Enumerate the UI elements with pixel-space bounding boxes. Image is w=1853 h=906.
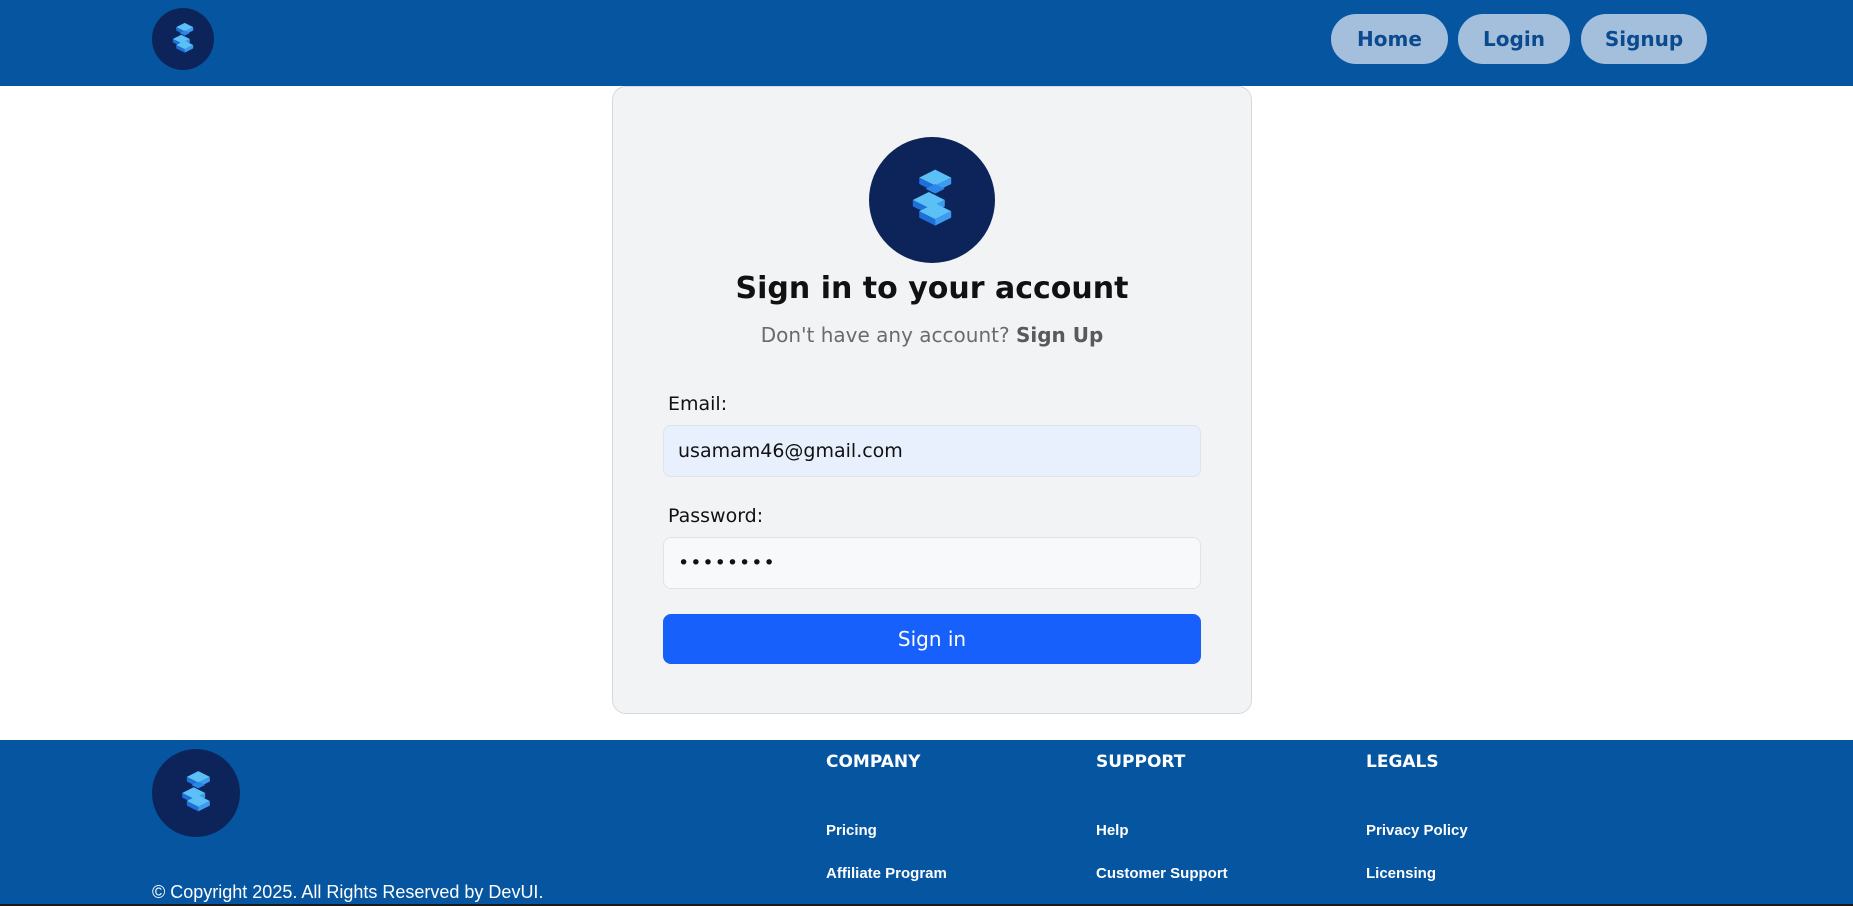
nav-login-button[interactable]: Login: [1458, 14, 1570, 64]
footer: COMPANY Pricing Affiliate Program SUPPOR…: [0, 740, 1853, 906]
cube-logo-icon: [182, 771, 210, 812]
footer-link-licensing[interactable]: Licensing: [1366, 865, 1436, 882]
nav-home-button[interactable]: Home: [1331, 14, 1448, 64]
email-field[interactable]: [663, 425, 1201, 477]
footer-column-support: SUPPORT Help Customer Support: [1096, 752, 1228, 882]
page-title: Sign in to your account: [735, 271, 1129, 306]
footer-link-help[interactable]: Help: [1096, 822, 1129, 839]
password-field[interactable]: [663, 537, 1201, 589]
footer-column-title: LEGALS: [1366, 752, 1439, 772]
footer-logo: [152, 749, 240, 837]
card-logo: [869, 137, 995, 263]
signup-prompt: Don't have any account? Sign Up: [613, 323, 1251, 347]
cube-logo-icon: [912, 169, 952, 226]
footer-link-pricing[interactable]: Pricing: [826, 822, 877, 839]
cube-logo-icon: [172, 22, 194, 53]
sign-in-button[interactable]: Sign in: [663, 614, 1201, 664]
email-label: Email:: [668, 393, 728, 415]
signup-link[interactable]: Sign Up: [1016, 323, 1103, 347]
copyright-text: © Copyright 2025. All Rights Reserved by…: [152, 882, 544, 902]
top-navbar: Home Login Signup: [0, 0, 1853, 86]
footer-link-affiliate-program[interactable]: Affiliate Program: [826, 865, 947, 882]
header-logo[interactable]: [152, 8, 214, 70]
footer-column-title: COMPANY: [826, 752, 921, 772]
password-label: Password:: [668, 505, 764, 527]
footer-column-title: SUPPORT: [1096, 752, 1186, 772]
login-card: Sign in to your account Don't have any a…: [612, 86, 1252, 714]
footer-link-customer-support[interactable]: Customer Support: [1096, 865, 1228, 882]
footer-link-privacy-policy[interactable]: Privacy Policy: [1366, 822, 1468, 839]
signup-prompt-text: Don't have any account?: [760, 323, 1010, 347]
footer-column-legals: LEGALS Privacy Policy Licensing: [1366, 752, 1468, 882]
footer-column-company: COMPANY Pricing Affiliate Program: [826, 752, 947, 882]
nav-signup-button[interactable]: Signup: [1581, 14, 1707, 64]
